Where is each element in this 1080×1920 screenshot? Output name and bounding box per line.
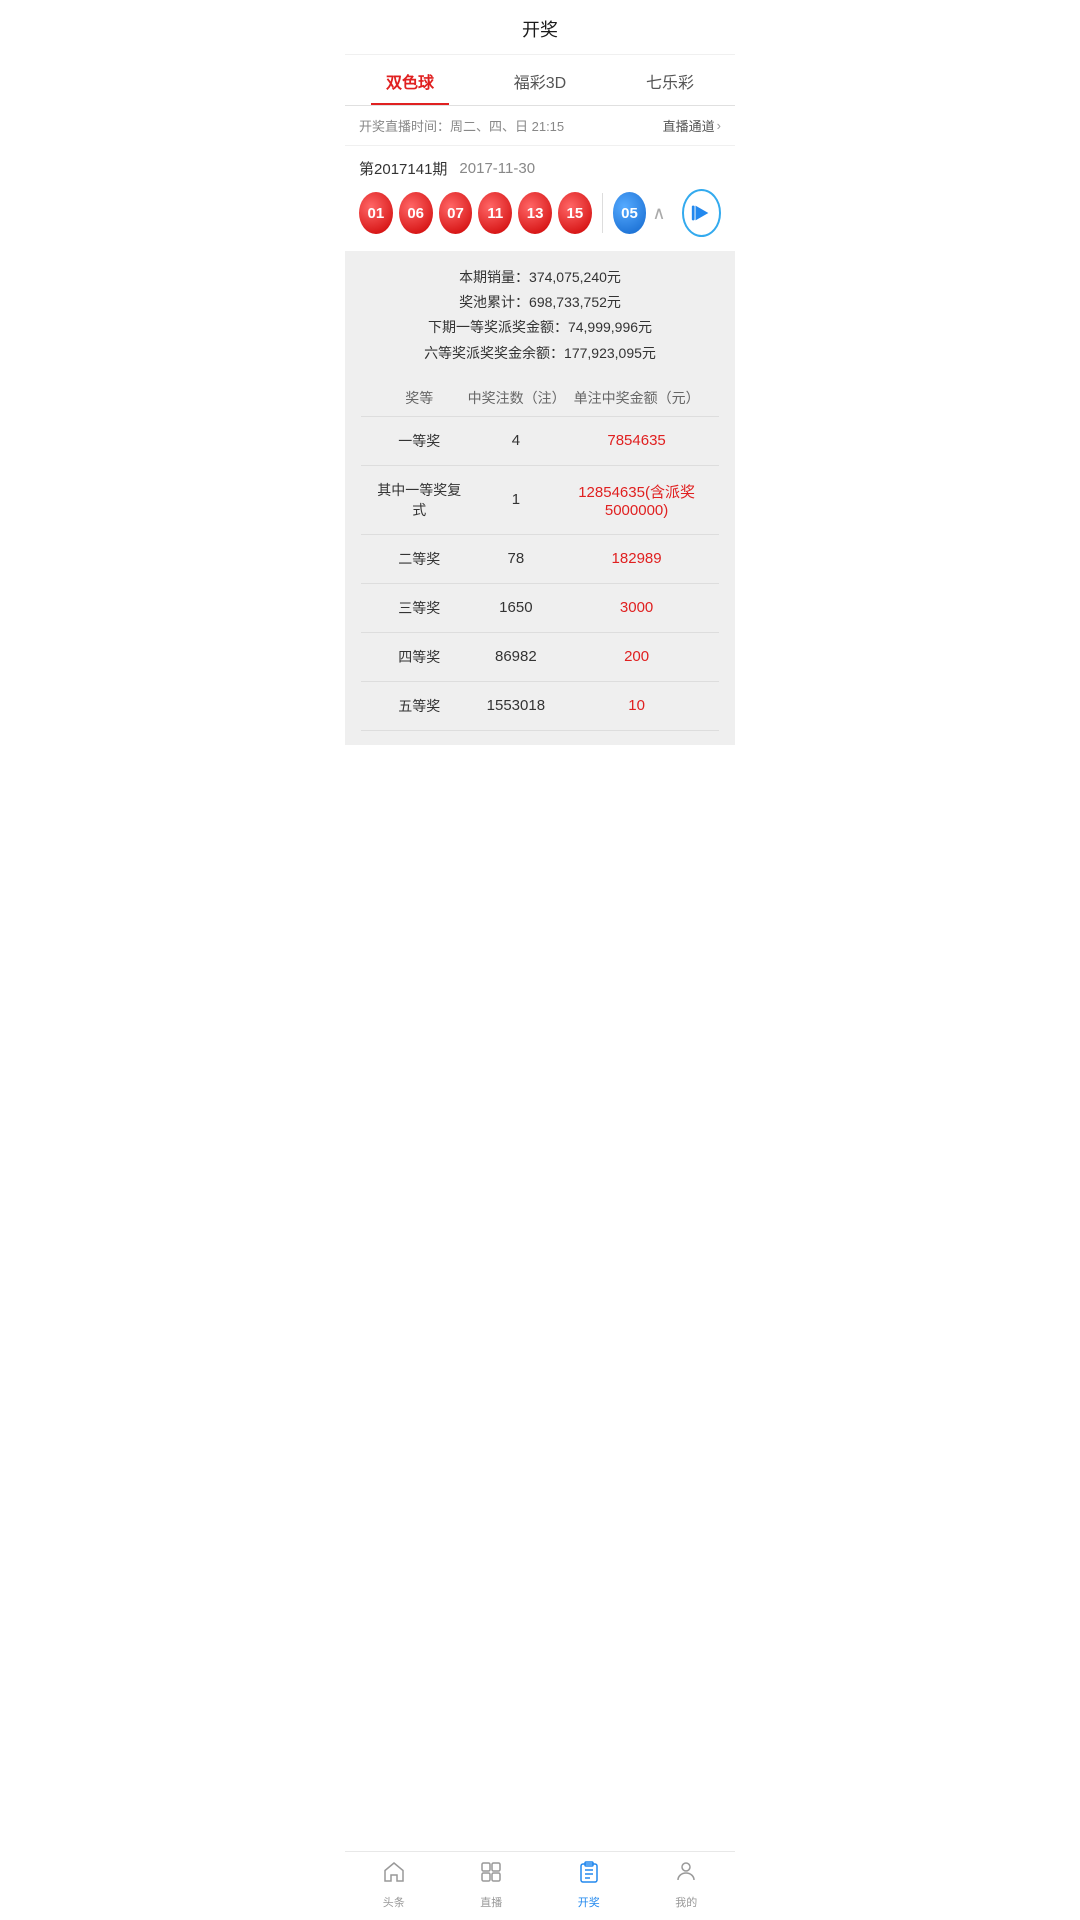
nav-kaijiang-label: 开奖	[578, 1894, 600, 1910]
prize-level-0: 一等奖	[371, 431, 468, 451]
prize-row-0: 一等奖 4 7854635	[361, 417, 719, 466]
prize-amount-3: 3000	[564, 599, 709, 616]
prize-count-1: 1	[468, 491, 565, 508]
prize-amount-1: 12854635(含派奖5000000)	[564, 481, 709, 519]
red-ball-6: 15	[558, 192, 592, 234]
blue-ball: 05	[613, 192, 647, 234]
prize-row-3: 三等奖 1650 3000	[361, 584, 719, 633]
prize-level-5: 五等奖	[371, 696, 468, 716]
broadcast-link[interactable]: 直播通道 ›	[663, 116, 721, 135]
chevron-right-icon: ›	[717, 118, 721, 133]
red-ball-5: 13	[518, 192, 552, 234]
prize-row-4: 四等奖 86982 200	[361, 633, 719, 682]
col-header-amount: 单注中奖金额（元）	[564, 388, 709, 408]
nav-toutiao-label: 头条	[383, 1894, 405, 1910]
numbers-row: 01 06 07 11 13 15 05 ∧	[359, 189, 721, 251]
prize-amount-2: 182989	[564, 550, 709, 567]
prize-count-2: 78	[468, 550, 565, 567]
tab-fucai3d[interactable]: 福彩3D	[475, 55, 605, 105]
broadcast-time: 开奖直播时间：周二、四、日 21:15	[359, 116, 564, 135]
red-ball-4: 11	[478, 192, 512, 234]
video-button[interactable]	[682, 189, 721, 237]
issue-header: 第2017141期 2017-11-30	[359, 158, 721, 179]
prize-level-3: 三等奖	[371, 598, 468, 618]
collapse-button[interactable]: ∧	[652, 203, 665, 224]
prize-count-4: 86982	[468, 648, 565, 665]
nav-wode[interactable]: 我的	[638, 1860, 736, 1910]
prize-amount-0: 7854635	[564, 432, 709, 449]
tab-shuangseqiu[interactable]: 双色球	[345, 55, 475, 105]
red-ball-1: 01	[359, 192, 393, 234]
detail-stats: 本期销量：374,075,240元 奖池累计：698,733,752元 下期一等…	[361, 265, 719, 366]
nav-toutiao[interactable]: 头条	[345, 1860, 443, 1910]
nav-zhibo[interactable]: 直播	[443, 1860, 541, 1910]
prize-row-1: 其中一等奖复式 1 12854635(含派奖5000000)	[361, 466, 719, 535]
bottom-nav: 头条 直播 开奖	[345, 1851, 735, 1920]
prize-amount-4: 200	[564, 648, 709, 665]
home-icon	[382, 1860, 406, 1890]
col-header-count: 中奖注数（注）	[468, 388, 565, 408]
prize-count-0: 4	[468, 432, 565, 449]
prize-table-header: 奖等 中奖注数（注） 单注中奖金额（元）	[361, 380, 719, 417]
nav-zhibo-label: 直播	[480, 1894, 502, 1910]
prize-level-2: 二等奖	[371, 549, 468, 569]
grid-icon	[479, 1860, 503, 1890]
red-ball-2: 06	[399, 192, 433, 234]
prize-row-5: 五等奖 1553018 10	[361, 682, 719, 731]
prize-count-5: 1553018	[468, 697, 565, 714]
issue-date: 2017-11-30	[459, 160, 535, 177]
broadcast-bar: 开奖直播时间：周二、四、日 21:15 直播通道 ›	[345, 106, 735, 146]
nav-kaijiang[interactable]: 开奖	[540, 1860, 638, 1910]
prize-count-3: 1650	[468, 599, 565, 616]
prize-rows: 一等奖 4 7854635 其中一等奖复式 1 12854635(含派奖5000…	[361, 417, 719, 731]
nav-wode-label: 我的	[675, 1894, 697, 1910]
issue-block: 第2017141期 2017-11-30 01 06 07 11 13 15 0…	[345, 146, 735, 251]
tabs-bar: 双色球 福彩3D 七乐彩	[345, 55, 735, 106]
page-title: 开奖	[522, 20, 558, 40]
issue-number: 第2017141期	[359, 158, 447, 179]
prize-row-2: 二等奖 78 182989	[361, 535, 719, 584]
prize-level-4: 四等奖	[371, 647, 468, 667]
col-header-level: 奖等	[371, 388, 468, 408]
person-icon	[674, 1860, 698, 1890]
page-header: 开奖	[345, 0, 735, 55]
tab-qilecai[interactable]: 七乐彩	[605, 55, 735, 105]
ball-separator	[602, 193, 603, 233]
prize-amount-5: 10	[564, 697, 709, 714]
prize-level-1: 其中一等奖复式	[371, 480, 468, 520]
clipboard-icon	[577, 1860, 601, 1890]
prize-table: 奖等 中奖注数（注） 单注中奖金额（元） 一等奖 4 7854635 其中一等奖…	[361, 380, 719, 731]
red-ball-3: 07	[439, 192, 473, 234]
detail-panel: 本期销量：374,075,240元 奖池累计：698,733,752元 下期一等…	[345, 251, 735, 745]
